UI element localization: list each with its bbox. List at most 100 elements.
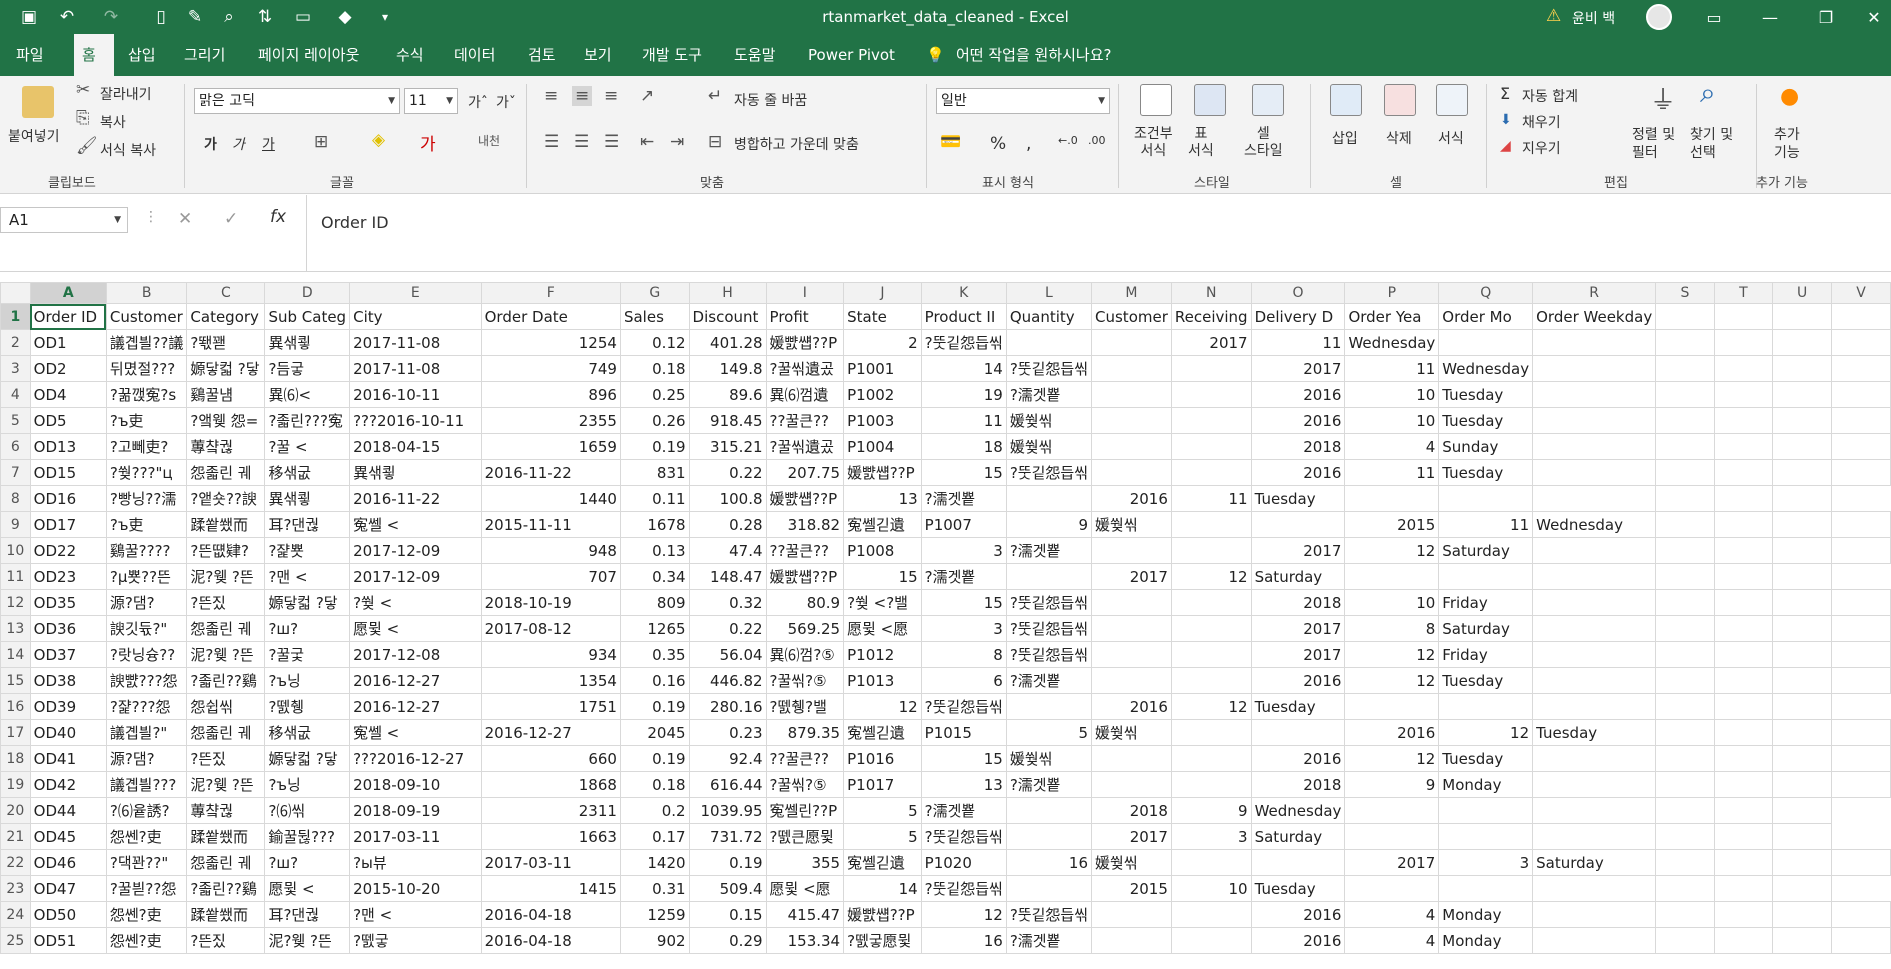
cell[interactable]: 泥?웾 ?뜬 (264, 927, 351, 954)
cell[interactable] (1091, 615, 1172, 642)
increase-indent-icon[interactable]: ⇥ (670, 132, 684, 152)
align-right-icon[interactable]: ☰ (604, 132, 619, 152)
cell[interactable]: ?듬궇 (264, 355, 351, 382)
row-header[interactable]: 11 (0, 563, 31, 590)
cell[interactable]: OD16 (29, 485, 107, 512)
cell[interactable] (1772, 797, 1833, 824)
increase-decimal-button[interactable]: ←.0 (1058, 134, 1078, 147)
cell[interactable] (1532, 771, 1657, 798)
cell[interactable] (1655, 823, 1715, 850)
cell[interactable]: 8 (920, 641, 1007, 668)
cell[interactable]: 80.9 (765, 589, 845, 616)
cell[interactable] (1655, 719, 1715, 746)
cell[interactable]: 731.72 (688, 823, 767, 850)
cell[interactable]: ?濡겟뿉 (920, 797, 1007, 824)
cell[interactable] (1655, 667, 1715, 694)
cell[interactable]: 寃쎌 < (349, 719, 482, 746)
row-header[interactable]: 2 (0, 329, 31, 356)
cell[interactable]: ?맨 < (264, 563, 351, 590)
cell[interactable]: 15 (920, 589, 1007, 616)
column-header[interactable]: H (688, 282, 767, 304)
cell[interactable]: 148.47 (688, 563, 767, 590)
cell[interactable]: 蹂쐍쐤而 (186, 823, 266, 850)
cell[interactable]: 2018 (1250, 771, 1346, 798)
cell[interactable]: 14 (843, 875, 922, 902)
cell[interactable]: 2017 (1170, 329, 1252, 356)
column-header[interactable]: R (1532, 282, 1657, 304)
currency-icon[interactable]: 💳 (940, 132, 961, 152)
cell[interactable]: 11 (1250, 329, 1346, 356)
cell[interactable]: OD4 (29, 381, 107, 408)
cancel-icon[interactable]: ✕ (178, 209, 192, 229)
cell[interactable]: ?ы뷰 (349, 849, 482, 876)
sort-filter-icon[interactable]: ⏚ (1650, 80, 1676, 117)
paste-button[interactable]: 붙여넣기 (8, 126, 60, 146)
cell[interactable] (1831, 329, 1891, 356)
cell[interactable]: Tuesday (1250, 693, 1346, 720)
cell[interactable]: OD2 (29, 355, 107, 382)
cell[interactable]: 議곕븰??議 (105, 329, 188, 356)
cell[interactable]: Tuesday (1532, 719, 1657, 746)
cell[interactable]: ??꿀큰?? (765, 537, 845, 564)
cell[interactable]: P1003 (843, 407, 922, 434)
cell[interactable]: 2017 (1250, 355, 1346, 382)
cell[interactable]: 92.4 (688, 745, 767, 772)
row-header[interactable]: 25 (0, 927, 31, 954)
row-header[interactable]: 6 (0, 433, 31, 460)
cell[interactable]: 2016-10-11 (349, 381, 482, 408)
cell[interactable]: ?뚯깉怨듭씪 (920, 823, 1007, 850)
cell[interactable]: 11 (1170, 485, 1252, 512)
save-icon[interactable]: ▣ (14, 0, 44, 34)
cell[interactable] (1831, 901, 1891, 928)
cell[interactable] (1250, 511, 1346, 538)
cell[interactable]: ?濡겟뿉 (1005, 771, 1093, 798)
cell[interactable]: 2016 (1250, 901, 1346, 928)
cell[interactable]: 2017 (1250, 641, 1346, 668)
cell[interactable] (1091, 641, 1172, 668)
cell[interactable]: ?꿀 < (264, 433, 351, 460)
cell[interactable]: 2016 (1091, 693, 1172, 720)
cell[interactable] (1091, 355, 1172, 382)
cell[interactable] (1713, 433, 1774, 460)
cell[interactable]: ?뚯깉怨듭씪 (920, 875, 1007, 902)
cell[interactable]: OD36 (29, 615, 107, 642)
cell[interactable] (1772, 303, 1833, 330)
cell[interactable] (1170, 771, 1252, 798)
cell[interactable]: 11 (1344, 355, 1440, 382)
cell[interactable] (1772, 381, 1833, 408)
cell[interactable] (1655, 433, 1715, 460)
row-header[interactable]: 10 (0, 537, 31, 564)
cell[interactable] (1772, 407, 1833, 434)
cell[interactable]: 怨졻린 궤 (186, 719, 266, 746)
cell[interactable]: 446.82 (688, 667, 767, 694)
cell[interactable] (1532, 875, 1657, 902)
cell[interactable]: ?뚯깉怨듭씪 (1005, 641, 1093, 668)
cell[interactable] (1831, 511, 1891, 538)
column-header[interactable]: F (480, 282, 621, 304)
cell[interactable]: OD50 (29, 901, 107, 928)
cell[interactable] (1655, 771, 1715, 798)
cell[interactable] (1831, 849, 1891, 876)
cell[interactable]: ?뜬짔 (186, 589, 266, 616)
underline-button[interactable]: 가 (262, 134, 275, 154)
cell[interactable]: 2015 (1344, 511, 1440, 538)
cell[interactable] (1532, 433, 1657, 460)
cell[interactable]: 0.19 (619, 745, 690, 772)
clear-button[interactable]: 지우기 (1522, 138, 1561, 158)
cell[interactable] (1713, 381, 1774, 408)
decrease-indent-icon[interactable]: ⇤ (640, 132, 654, 152)
cell[interactable]: ?뚯깉怨듭씪 (1005, 355, 1093, 382)
cell[interactable]: 1259 (619, 901, 690, 928)
cell[interactable]: 0.31 (619, 875, 690, 902)
cell[interactable]: 4 (1344, 927, 1440, 954)
cell[interactable] (1772, 615, 1833, 642)
row-header[interactable]: 24 (0, 901, 31, 928)
cell[interactable]: 19 (920, 381, 1007, 408)
tab-page-layout[interactable]: 페이지 레이아웃 (250, 34, 367, 76)
cell[interactable]: 媛쒖씪 (1005, 745, 1093, 772)
row-header[interactable]: 23 (0, 875, 31, 902)
comma-button[interactable]: , (1026, 134, 1031, 154)
cell[interactable]: 3 (1170, 823, 1252, 850)
cell[interactable] (1831, 381, 1891, 408)
cell[interactable]: Tuesday (1438, 381, 1534, 408)
